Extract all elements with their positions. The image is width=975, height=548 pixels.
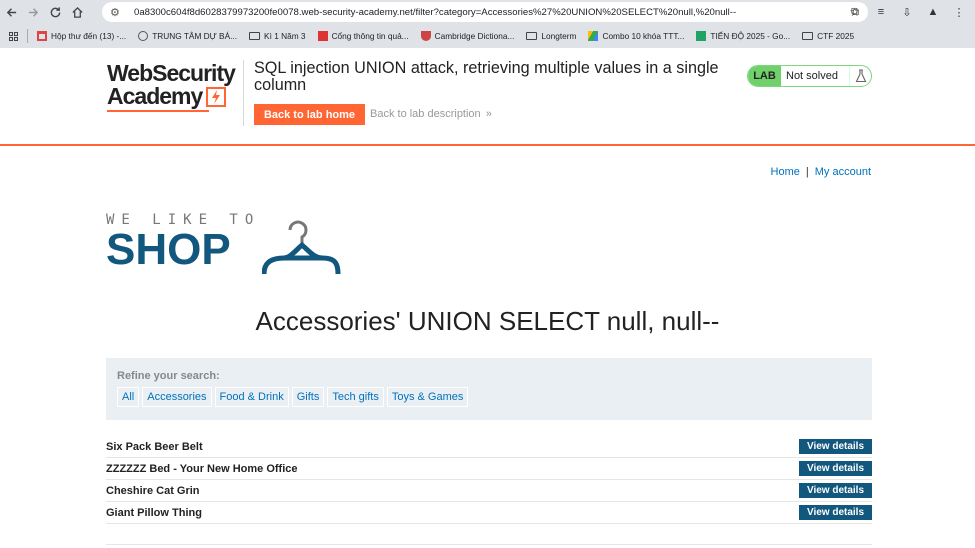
logo-line1: WebSecurity xyxy=(107,60,236,86)
we-like-to-shop-logo: WE LIKE TO SHOP xyxy=(106,212,346,282)
filter-panel: Refine your search: All Accessories Food… xyxy=(106,358,872,420)
lab-status-text: Not solved xyxy=(786,70,838,82)
bookmark-label: Cambridge Dictiona... xyxy=(434,31,515,41)
view-details-button[interactable]: View details xyxy=(799,483,872,498)
gmail-icon xyxy=(37,31,47,41)
category-gifts[interactable]: Gifts xyxy=(291,387,325,407)
product-row: ZZZZZZ Bed - Your New Home Office View d… xyxy=(106,458,872,480)
bookmarks-bar: Hộp thư đến (13) -... TRUNG TÂM DỰ BÁ...… xyxy=(0,24,975,48)
view-details-button[interactable]: View details xyxy=(799,505,872,520)
my-account-link[interactable]: My account xyxy=(815,166,871,178)
home-link[interactable]: Home xyxy=(771,166,800,178)
page-content: WebSecurity Academy SQL injection UNION … xyxy=(0,48,975,548)
back-desc-label: Back to lab description xyxy=(370,108,481,120)
bookmark-gmail[interactable]: Hộp thư đến (13) -... xyxy=(34,31,129,41)
flask-icon xyxy=(849,66,871,86)
filter-label: Refine your search: xyxy=(117,370,220,382)
page-heading: Accessories' UNION SELECT null, null-- xyxy=(255,306,720,336)
hanger-icon xyxy=(262,220,341,275)
product-row: Giant Pillow Thing View details xyxy=(106,502,872,524)
nav-separator: | xyxy=(805,166,809,178)
bookmark-label: Hộp thư đến (13) -... xyxy=(51,31,127,41)
forward-arrow-icon[interactable] xyxy=(22,1,44,23)
chevron-right-icon: » xyxy=(485,108,492,120)
bookmark-label: Kì 1 Năm 3 xyxy=(264,31,306,41)
browser-chrome: ⚙ 0a8300c604f8d6028379973200fe0078.web-s… xyxy=(0,0,975,48)
footer-divider xyxy=(106,544,872,545)
product-name: ZZZZZZ Bed - Your New Home Office xyxy=(106,462,298,475)
apps-icon[interactable] xyxy=(6,31,21,41)
folder-icon xyxy=(802,32,814,40)
logo-line2: Academy xyxy=(107,83,203,109)
profile-icon[interactable]: ▲ xyxy=(923,2,943,22)
bookmark-combo[interactable]: Combo 10 khóa TTT... xyxy=(585,31,687,41)
logo-line2-row: Academy xyxy=(107,85,243,108)
lab-status-widget: LAB Not solved xyxy=(747,65,872,87)
header-divider xyxy=(243,60,244,126)
reading-list-icon[interactable]: ≡ xyxy=(871,2,891,22)
bookmark-label: CTF 2025 xyxy=(817,31,855,41)
menu-icon[interactable]: ⋮ xyxy=(949,2,969,22)
site-info-icon[interactable]: ⚙ xyxy=(110,6,126,19)
lab-title: SQL injection UNION attack, retrieving m… xyxy=(254,59,719,94)
url-text[interactable]: 0a8300c604f8d6028379973200fe0078.web-sec… xyxy=(134,7,736,18)
product-name: Six Pack Beer Belt xyxy=(106,440,203,453)
product-name: Cheshire Cat Grin xyxy=(106,484,200,497)
category-list: All Accessories Food & Drink Gifts Tech … xyxy=(117,387,469,407)
logo-underline xyxy=(107,110,209,112)
logo-bolt-icon xyxy=(206,86,227,107)
reload-icon[interactable] xyxy=(44,1,66,23)
top-navigation: Home | My account xyxy=(771,166,871,178)
back-to-lab-home-button[interactable]: Back to lab home xyxy=(254,104,365,125)
bookmark-label: Combo 10 khóa TTT... xyxy=(602,31,685,41)
view-details-button[interactable]: View details xyxy=(799,461,872,476)
bookmark-cong-thong-tin[interactable]: Cổng thông tin quả... xyxy=(315,31,412,41)
globe-icon xyxy=(138,31,149,41)
cambridge-icon xyxy=(420,31,431,41)
web-security-academy-logo[interactable]: WebSecurity Academy xyxy=(107,62,243,112)
bookmark-label: TIẾN ĐỘ 2025 - Go... xyxy=(710,31,791,41)
bookmark-ctf[interactable]: CTF 2025 xyxy=(799,31,857,41)
drive-icon xyxy=(588,31,599,41)
sheets-icon xyxy=(696,31,707,41)
product-name: Giant Pillow Thing xyxy=(106,506,202,519)
category-accessories[interactable]: Accessories xyxy=(142,387,212,407)
bookmark-label: Longterm xyxy=(541,31,577,41)
lab-badge: LAB xyxy=(748,66,781,86)
product-list: Six Pack Beer Belt View details ZZZZZZ B… xyxy=(106,436,872,524)
folder-icon xyxy=(249,32,261,40)
address-bar[interactable]: ⚙ 0a8300c604f8d6028379973200fe0078.web-s… xyxy=(102,2,868,22)
view-details-button[interactable]: View details xyxy=(799,439,872,454)
bookmarks-divider xyxy=(27,29,28,43)
browser-actions: ⧉ ≡ ⇩ ▲ ⋮ xyxy=(845,2,969,22)
browser-toolbar: ⚙ 0a8300c604f8d6028379973200fe0078.web-s… xyxy=(0,0,975,24)
bookmark-label: TRUNG TÂM DỰ BÁ... xyxy=(152,31,238,41)
back-arrow-icon[interactable] xyxy=(0,1,22,23)
home-icon[interactable] xyxy=(66,1,88,23)
folder-icon xyxy=(526,32,538,40)
category-food-drink[interactable]: Food & Drink xyxy=(214,387,289,407)
extensions-icon[interactable]: ⧉ xyxy=(845,2,865,22)
lab-header: WebSecurity Academy SQL injection UNION … xyxy=(0,48,975,146)
product-row: Cheshire Cat Grin View details xyxy=(106,480,872,502)
category-tech-gifts[interactable]: Tech gifts xyxy=(327,387,384,407)
portal-icon xyxy=(317,31,328,41)
bookmark-cambridge[interactable]: Cambridge Dictiona... xyxy=(418,31,518,41)
bookmark-ki-1[interactable]: Kì 1 Năm 3 xyxy=(246,31,309,41)
bookmark-trung-tam[interactable]: TRUNG TÂM DỰ BÁ... xyxy=(135,31,240,41)
category-toys-games[interactable]: Toys & Games xyxy=(386,387,469,407)
download-icon[interactable]: ⇩ xyxy=(897,2,917,22)
bookmark-tien-do[interactable]: TIẾN ĐỘ 2025 - Go... xyxy=(693,31,793,41)
category-all[interactable]: All xyxy=(117,387,140,407)
product-row: Six Pack Beer Belt View details xyxy=(106,436,872,458)
back-to-lab-description-link[interactable]: Back to lab description » xyxy=(370,108,492,120)
bookmark-label: Cổng thông tin quả... xyxy=(331,31,409,41)
bookmark-longterm[interactable]: Longterm xyxy=(523,31,579,41)
